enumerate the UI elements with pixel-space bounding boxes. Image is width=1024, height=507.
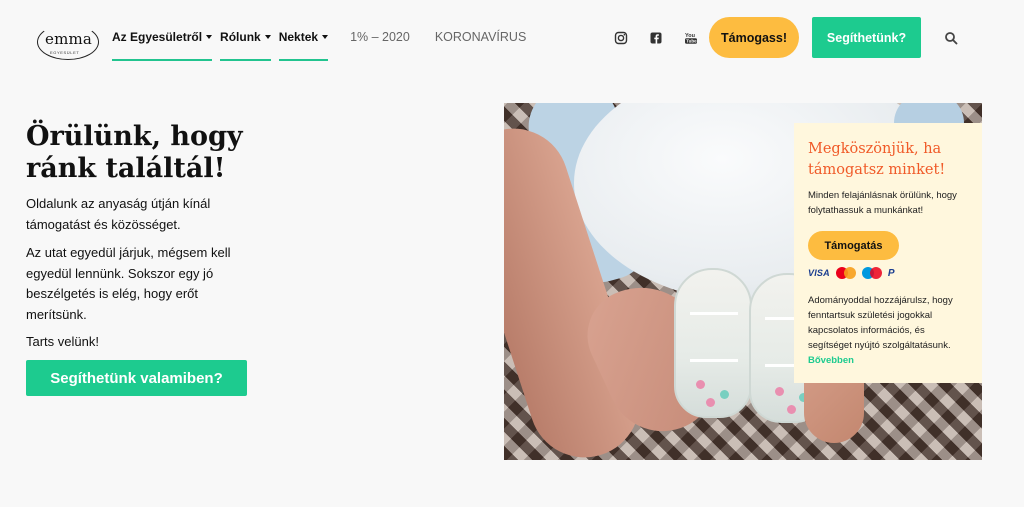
instagram-icon[interactable] [614,31,628,45]
hero-paragraph-3: Tarts velünk! [26,334,99,349]
hero-paragraph-1: Oldalunk az anyaság útján kínál támogatá… [26,196,211,232]
donation-button[interactable]: Támogatás [808,231,899,260]
menu-item-label: Nektek [278,30,319,44]
menu-link-koronavirus[interactable]: KORONAVÍRUS [435,30,526,62]
menu-item-label: Az Egyesületről [112,30,203,44]
shoe-laces [690,312,738,362]
paypal-icon: P [887,267,895,279]
menu-item-nektek[interactable]: Nektek [278,30,329,61]
donation-card-text: Minden felajánlásnak örülünk, hogy folyt… [808,190,957,216]
chevron-down-icon [264,35,271,39]
mastercard-icon [835,267,856,279]
menu-link-one-percent[interactable]: 1% – 2020 [350,30,410,62]
maestro-icon [861,267,882,279]
donation-card-description: Adományoddal hozzájárulsz, hogy fenntart… [808,295,953,351]
help-button[interactable]: Segíthetünk? [812,17,921,58]
emma-logo[interactable]: emma EGYESÜLET [37,24,101,62]
donation-more-link[interactable]: Bővebben [808,353,968,368]
top-navigation: emma EGYESÜLET Az Egyesületről Rólunk Ne… [0,0,1024,76]
photo-baby-shoe-left [674,268,752,418]
chevron-down-icon [206,35,213,39]
logo-wordmark: emma [45,30,93,48]
donation-card-title: Megköszönjük, ha támogatsz minket! [808,141,946,178]
search-icon[interactable] [944,31,958,45]
visa-icon: VISA [808,268,830,278]
donation-card: Megköszönjük, ha támogatsz minket! Minde… [794,123,982,383]
main-menu: Az Egyesületről Rólunk Nektek 1% – 2020 … [112,30,551,62]
menu-item-rolunk[interactable]: Rólunk [220,30,271,61]
hero-cta-button[interactable]: Segíthetünk valamiben? [26,360,247,396]
payment-methods: VISA P [808,266,968,280]
hero-paragraph-2: Az utat egyedül járjuk, mégsem kell egye… [26,245,231,322]
hero-title: Örülünk, hogy ránk találtál! [26,121,243,184]
menu-item-label: Rólunk [220,30,261,44]
chevron-down-icon [322,35,329,39]
logo-subtitle: EGYESÜLET [50,50,80,55]
youtube-icon[interactable]: You Tube [684,31,698,45]
svg-text:Tube: Tube [686,39,697,44]
support-button[interactable]: Támogass! [709,17,799,58]
facebook-icon[interactable] [649,31,663,45]
menu-item-az-egyesuletrol[interactable]: Az Egyesületről [112,30,213,61]
